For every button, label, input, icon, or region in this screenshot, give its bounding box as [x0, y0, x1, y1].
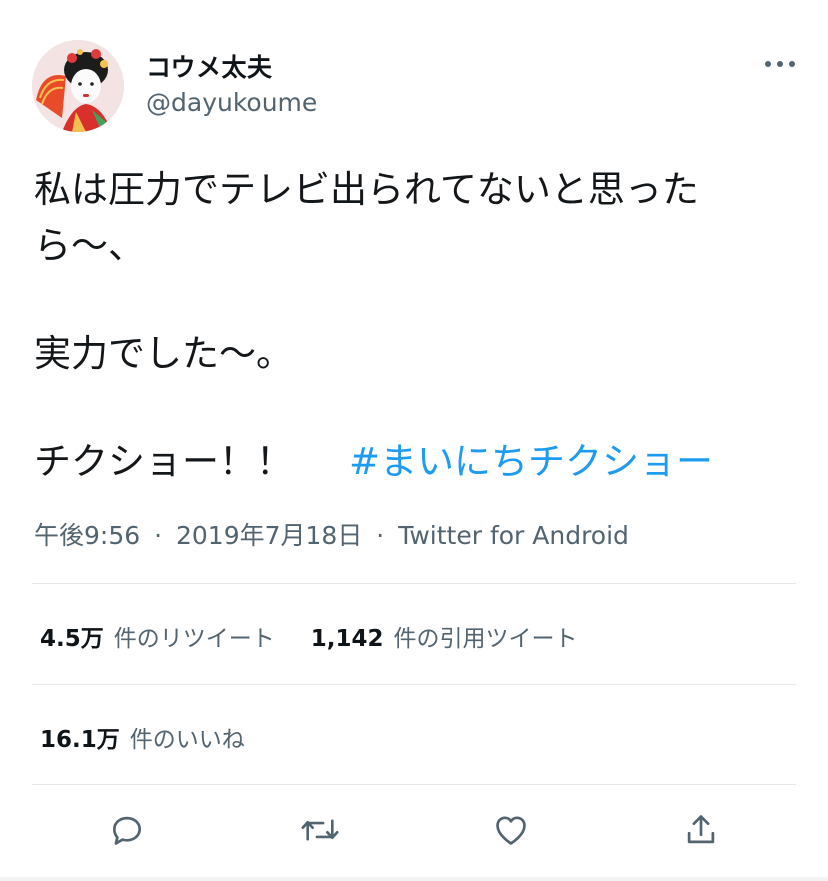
heart-icon [496, 816, 526, 845]
share-icon [687, 815, 715, 844]
quotes-count: 1,142 [310, 626, 384, 652]
retweets-label: 件のリツイート [113, 626, 275, 652]
tweet-text-line: 私は圧力でテレビ出られてないと思った [34, 168, 699, 211]
retweet-icon [301, 819, 339, 841]
bottom-edge [0, 877, 828, 881]
quotes-stat[interactable]: 1,142 件の引用ツイート [311, 619, 578, 653]
display-name[interactable]: コウメ太夫 [146, 48, 273, 84]
tweet-actions [0, 798, 828, 858]
retweet-button[interactable] [298, 808, 342, 852]
retweet-stats-row: 4.5万 件のリツイート 1,142 件の引用ツイート [40, 619, 614, 653]
tweet-text: 私は圧力でテレビ出られてないと思った ら〜、 実力でした〜。 チクショー！！ #ま… [34, 162, 794, 490]
avatar[interactable] [32, 40, 124, 132]
avatar-image [32, 40, 124, 132]
like-button[interactable] [489, 808, 533, 852]
divider [32, 784, 796, 785]
divider [32, 583, 796, 584]
quotes-label: 件の引用ツイート [393, 626, 578, 652]
reply-icon [112, 816, 142, 845]
tweet-text-line-with-hashtag: チクショー！！ #まいにちチクショー [34, 434, 794, 490]
user-handle[interactable]: @dayukoume [146, 88, 317, 117]
likes-label: 件のいいね [129, 727, 245, 753]
likes-stats-row: 16.1万 件のいいね [40, 720, 281, 754]
meta-separator: · [376, 521, 385, 550]
retweets-stat[interactable]: 4.5万 件のリツイート [40, 619, 275, 653]
tweet-text-line: 実力でした〜。 [34, 332, 293, 375]
more-horizontal-icon [765, 61, 795, 67]
likes-count: 16.1万 [40, 727, 120, 753]
reply-button[interactable] [105, 808, 149, 852]
retweets-count: 4.5万 [40, 626, 104, 652]
tweet-text-line: ら〜、 [34, 224, 145, 267]
likes-stat[interactable]: 16.1万 件のいいね [40, 720, 245, 754]
tweet-date[interactable]: 2019年7月18日 [176, 521, 362, 550]
share-button[interactable] [679, 808, 723, 852]
tweet-source[interactable]: Twitter for Android [398, 521, 629, 550]
meta-separator: · [154, 521, 163, 550]
tweet-meta: 午後9:56 · 2019年7月18日 · Twitter for Androi… [34, 516, 629, 552]
more-button[interactable] [760, 50, 800, 78]
tweet-detail: コウメ太夫 @dayukoume 私は圧力でテレビ出られてないと思った ら〜、 … [0, 0, 828, 881]
divider [32, 684, 796, 685]
tweet-time[interactable]: 午後9:56 [34, 521, 140, 550]
tweet-text-segment: チクショー！！ [34, 440, 293, 483]
hashtag-link[interactable]: #まいにちチクショー [349, 440, 713, 483]
